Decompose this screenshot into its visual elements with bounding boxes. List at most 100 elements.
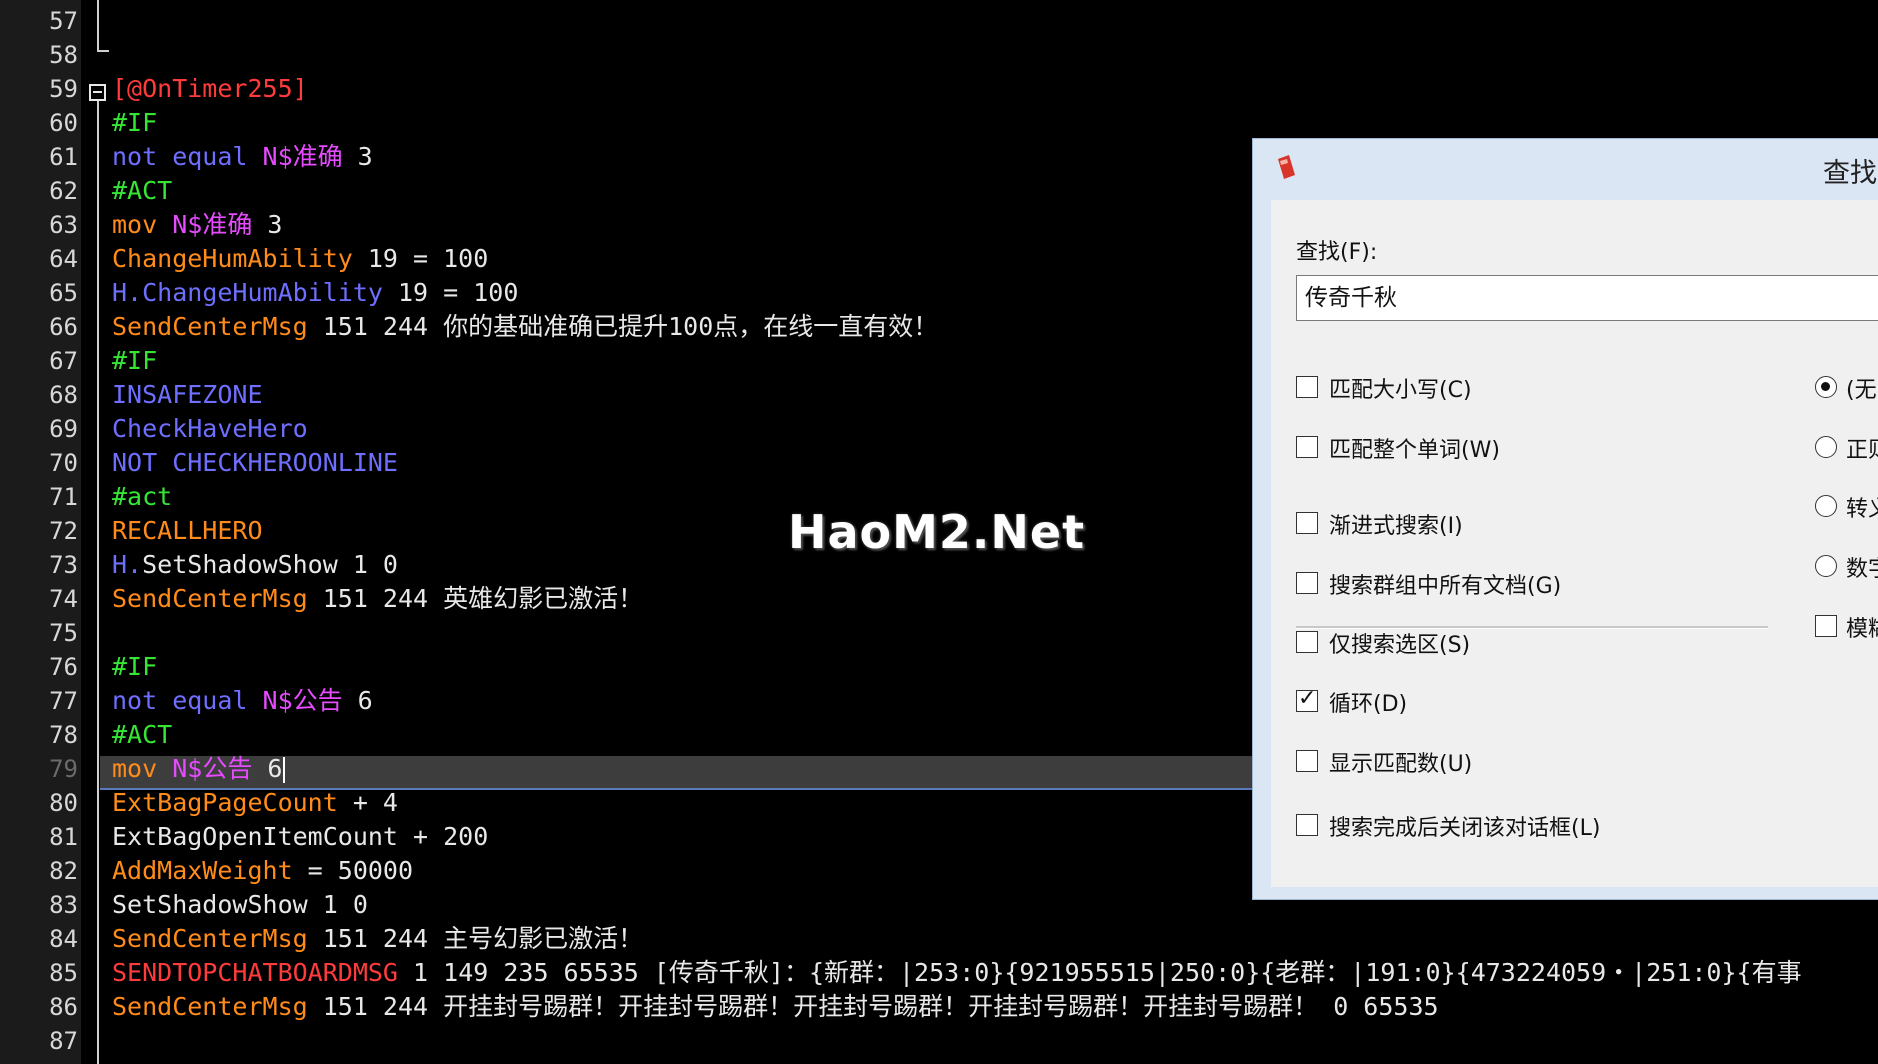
code-line[interactable]: not equal N$公告 6 [112, 684, 373, 718]
code-token: 151 244 开挂封号踢群！开挂封号踢群！开挂封号踢群！开挂封号踢群！开挂封号… [307, 992, 1439, 1021]
wrap-checkbox[interactable] [1296, 686, 1318, 712]
code-line[interactable]: [@OnTimer255] [112, 72, 308, 106]
line-number: 75 [49, 619, 78, 647]
line-number: 87 [49, 1027, 78, 1055]
code-line[interactable]: H.SetShadowShow 1 0 [112, 548, 398, 582]
code-token: N$公告 [262, 686, 343, 715]
find-dialog: 查找 查找(F): 传奇千秋 匹配大小写(C) 匹配整个单词(W) 渐进式搜索(… [1252, 138, 1878, 900]
match-case-label[interactable]: 匹配大小写(C) [1329, 372, 1472, 404]
code-token: 6 [342, 686, 373, 715]
code-token: SetShadowShow 1 0 [112, 890, 368, 919]
mode-escape-label[interactable]: 转义 [1846, 491, 1878, 523]
find-input[interactable]: 传奇千秋 [1296, 275, 1878, 321]
code-line[interactable]: #IF [112, 344, 157, 378]
code-line[interactable]: CheckHaveHero [112, 412, 308, 446]
code-line[interactable]: not equal N$准确 3 [112, 140, 373, 174]
code-line[interactable]: #ACT [112, 718, 172, 752]
line-number: 68 [49, 381, 78, 409]
code-line[interactable]: #IF [112, 650, 157, 684]
code-token: H. [112, 550, 143, 579]
code-token: N$公告 [172, 754, 253, 783]
code-token: ExtBagOpenItemCount + 200 [112, 822, 489, 851]
wrap-label[interactable]: 循环(D) [1329, 686, 1407, 718]
code-line[interactable]: AddMaxWeight = 50000 [112, 854, 413, 888]
code-line[interactable]: mov N$准确 3 [112, 208, 282, 242]
code-line[interactable]: #act [112, 480, 172, 514]
fuzzy-checkbox[interactable] [1815, 615, 1837, 637]
code-token: NOT CHECKHEROONLINE [112, 448, 398, 477]
code-token: #IF [112, 108, 158, 137]
close-after-checkbox[interactable] [1296, 814, 1318, 836]
watermark: HaoM2.Net [788, 505, 1086, 559]
code-token: CheckHaveHero [112, 414, 308, 443]
incremental-search-checkbox[interactable] [1296, 512, 1318, 534]
code-line[interactable]: SendCenterMsg 151 244 你的基础准确已提升100点，在线一直… [112, 310, 938, 344]
find-label: 查找(F): [1296, 240, 1378, 265]
all-docs-checkbox[interactable] [1296, 572, 1318, 594]
line-number-gutter: 57 58 59 60 61 62 63 64 65 66 67 68 69 70 71 72 73 74 75 76… [0, 0, 81, 1064]
code-line[interactable]: NOT CHECKHEROONLINE [112, 446, 398, 480]
code-token: not equal [112, 142, 263, 171]
code-line[interactable]: ExtBagPageCount + 4 [112, 786, 398, 820]
code-line[interactable]: #ACT [112, 174, 172, 208]
code-token: H. [112, 278, 143, 307]
code-token: AddMaxWeight [112, 856, 293, 885]
all-docs-label[interactable]: 搜索群组中所有文档(G) [1329, 568, 1561, 600]
close-after-label[interactable]: 搜索完成后关闭该对话框(L) [1329, 810, 1600, 842]
code-line[interactable]: INSAFEZONE [112, 378, 263, 412]
line-number: 61 [49, 143, 78, 171]
code-line[interactable]: #IF [112, 106, 157, 140]
line-number: 85 [49, 959, 78, 987]
match-case-checkbox[interactable] [1296, 376, 1318, 398]
mode-normal-radio[interactable] [1815, 376, 1837, 398]
code-line[interactable]: SendCenterMsg 151 244 主号幻影已激活！ [112, 922, 643, 956]
line-number: 84 [49, 925, 78, 953]
mode-number-radio[interactable] [1815, 555, 1837, 577]
code-token: SendCenterMsg [112, 312, 308, 341]
code-line[interactable]: SendCenterMsg 151 244 英雄幻影已激活！ [112, 582, 643, 616]
code-line[interactable]: SendCenterMsg 151 244 开挂封号踢群！开挂封号踢群！开挂封号… [112, 990, 1439, 1024]
code-line[interactable]: ChangeHumAbility 19 = 100 [112, 242, 488, 276]
mode-normal-label[interactable]: (无 [1846, 372, 1877, 404]
mode-number-label[interactable]: 数字 [1846, 551, 1878, 583]
code-token: 151 244 英雄幻影已激活！ [307, 584, 644, 613]
app-icon [1278, 155, 1295, 179]
fuzzy-label[interactable]: 模糊 [1846, 611, 1878, 643]
fold-line [97, 101, 99, 1064]
dialog-title-bar[interactable]: 查找 [1253, 139, 1878, 197]
code-token: ChangeHumAbility [142, 278, 383, 307]
incremental-search-label[interactable]: 渐进式搜索(I) [1329, 508, 1463, 540]
mode-regex-label[interactable]: 正则 [1846, 432, 1878, 464]
whole-word-label[interactable]: 匹配整个单词(W) [1329, 432, 1500, 464]
code-line[interactable]: SetShadowShow 1 0 [112, 888, 368, 922]
line-number: 76 [49, 653, 78, 681]
code-line[interactable]: H.ChangeHumAbility 19 = 100 [112, 276, 518, 310]
line-number: 79 [49, 755, 78, 783]
fold-collapse-icon[interactable] [89, 84, 106, 101]
text-caret [283, 757, 286, 783]
code-token: 151 244 主号幻影已激活！ [307, 924, 644, 953]
whole-word-checkbox[interactable] [1296, 436, 1318, 458]
selection-only-checkbox[interactable] [1296, 631, 1318, 653]
code-token: RECALLHERO [112, 516, 263, 545]
line-number: 80 [49, 789, 78, 817]
code-token: 19 = 100 [382, 278, 519, 307]
line-number: 70 [49, 449, 78, 477]
code-line[interactable]: RECALLHERO [112, 514, 263, 548]
show-count-label[interactable]: 显示匹配数(U) [1329, 746, 1472, 778]
code-token: #IF [112, 652, 158, 681]
code-line[interactable]: SENDTOPCHATBOARDMSG 1 149 235 65535 [传奇千… [112, 956, 1802, 990]
mode-escape-radio[interactable] [1815, 495, 1837, 517]
code-line-current[interactable]: mov N$公告 6 [112, 752, 286, 786]
line-number: 57 [49, 7, 78, 35]
line-number: 62 [49, 177, 78, 205]
line-number: 78 [49, 721, 78, 749]
code-line[interactable]: ExtBagOpenItemCount + 200 [112, 820, 488, 854]
code-token: SendCenterMsg [112, 584, 308, 613]
mode-regex-radio[interactable] [1815, 436, 1837, 458]
code-token: 3 [252, 210, 283, 239]
line-number: 81 [49, 823, 78, 851]
show-count-checkbox[interactable] [1296, 750, 1318, 772]
code-token: N$准确 [262, 142, 343, 171]
selection-only-label[interactable]: 仅搜索选区(S) [1329, 627, 1470, 659]
